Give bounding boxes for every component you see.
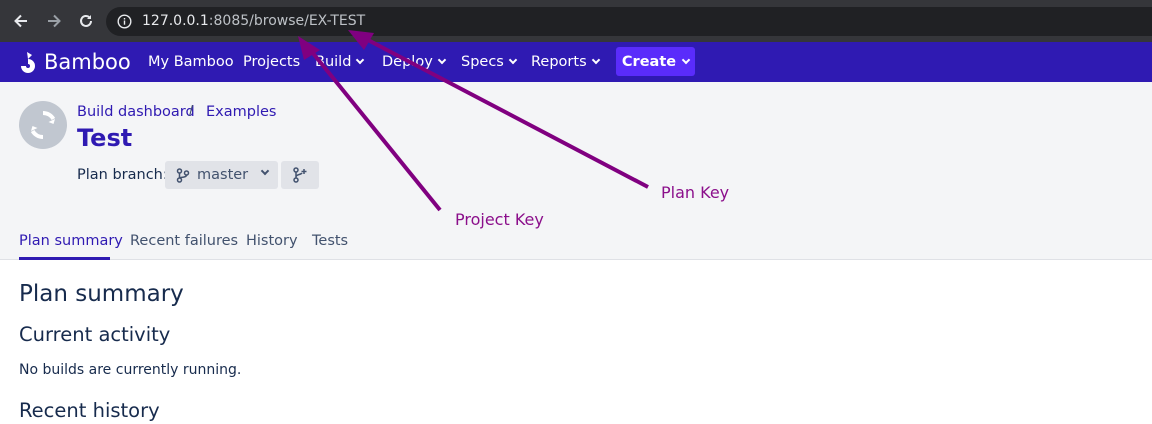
site-info-icon[interactable] (117, 14, 132, 34)
breadcrumb-separator: / (189, 104, 194, 120)
logo-text: Bamboo (44, 50, 131, 74)
refresh-icon (30, 110, 56, 140)
nav-label: Projects (243, 54, 301, 70)
bamboo-logo-icon (21, 52, 35, 73)
plan-avatar (19, 101, 67, 149)
nav-label: Deploy (382, 54, 433, 70)
nav-my-bamboo[interactable]: My Bamboo (148, 54, 234, 70)
chevron-down-icon (681, 55, 691, 64)
nav-label: Specs (461, 54, 504, 70)
active-tab-indicator (19, 257, 110, 260)
nav-deploy[interactable]: Deploy (382, 54, 447, 70)
chevron-down-icon (260, 166, 270, 176)
reload-icon (80, 14, 92, 27)
current-activity-heading: Current activity (19, 323, 171, 346)
branch-label: Plan branch: (77, 167, 168, 183)
arrow-right-icon (48, 14, 61, 28)
chevron-down-icon (591, 55, 600, 65)
tab-recent-failures[interactable]: Recent failures (130, 233, 238, 249)
tab-tests[interactable]: Tests (312, 233, 348, 249)
nav-label: Build (315, 54, 352, 70)
branch-add-icon (293, 167, 307, 183)
tab-history[interactable]: History (246, 233, 298, 249)
nav-reports[interactable]: Reports (531, 54, 600, 70)
branch-value: master (197, 167, 249, 183)
reload-button[interactable] (75, 10, 97, 32)
nav-label: My Bamboo (148, 54, 234, 70)
nav-label: Reports (531, 54, 587, 70)
forward-button[interactable] (43, 10, 65, 32)
nav-build[interactable]: Build (315, 54, 365, 70)
create-button[interactable]: Create (616, 47, 695, 76)
chevron-down-icon (508, 55, 518, 65)
branch-select[interactable]: master (165, 161, 278, 189)
url-text[interactable]: 127.0.0.1:8085/browse/EX-TEST (142, 13, 365, 29)
page-title: Test (77, 124, 133, 152)
plan-key-label: Plan Key (661, 183, 730, 202)
url-path: :8085/browse/EX-TEST (208, 13, 366, 29)
branch-icon (176, 167, 190, 183)
chevron-down-icon (356, 55, 365, 65)
chevron-down-icon (437, 55, 447, 65)
arrow-left-icon (14, 14, 27, 28)
breadcrumb-examples[interactable]: Examples (206, 104, 276, 120)
create-branch-button[interactable] (281, 161, 319, 189)
recent-history-heading: Recent history (19, 399, 160, 422)
tab-plan-summary[interactable]: Plan summary (19, 233, 123, 249)
back-button[interactable] (10, 10, 32, 32)
create-label: Create (621, 53, 677, 70)
no-builds-message: No builds are currently running. (19, 362, 242, 378)
nav-specs[interactable]: Specs (461, 54, 518, 70)
nav-projects[interactable]: Projects (243, 54, 300, 70)
url-host: 127.0.0.1 (142, 13, 209, 29)
section-heading: Plan summary (19, 281, 184, 307)
project-key-label: Project Key (455, 210, 544, 229)
breadcrumb-build-dashboard[interactable]: Build dashboard (77, 104, 195, 120)
bamboo-logo[interactable]: Bamboo (18, 50, 131, 74)
